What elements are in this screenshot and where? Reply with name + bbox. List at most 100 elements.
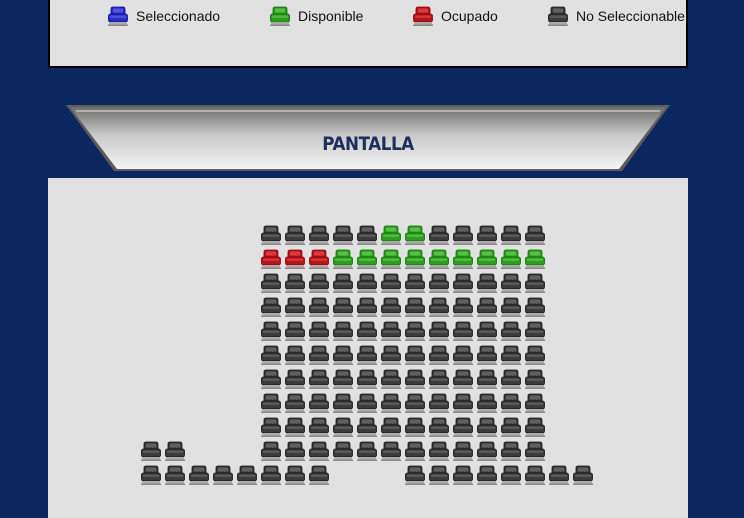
seat-unselectable xyxy=(405,297,425,317)
seat-available[interactable] xyxy=(405,225,425,245)
seat-unselectable xyxy=(381,345,401,365)
seat-unselectable xyxy=(429,369,449,389)
seat-unselectable xyxy=(261,465,281,485)
legend-occupied-label: Ocupado xyxy=(441,8,498,24)
seat-unselectable xyxy=(429,441,449,461)
seat-available-icon xyxy=(270,6,290,26)
seat-available[interactable] xyxy=(333,249,353,269)
seat-unselectable xyxy=(405,369,425,389)
seat-unselectable xyxy=(309,321,329,341)
seat-unselectable xyxy=(285,297,305,317)
seat-unselectable xyxy=(429,345,449,365)
seat-available[interactable] xyxy=(525,249,545,269)
legend-available-label: Disponible xyxy=(298,8,364,24)
seat-unselectable xyxy=(381,441,401,461)
seat-unselectable xyxy=(453,225,473,245)
seat-unselectable xyxy=(525,345,545,365)
seat-unselectable xyxy=(525,297,545,317)
seat-unselectable xyxy=(309,369,329,389)
seat-available[interactable] xyxy=(357,249,377,269)
seat-unselectable xyxy=(309,225,329,245)
seat-unselectable xyxy=(333,345,353,365)
cinema-screen: PANTALLA xyxy=(66,103,670,175)
seat-unselectable xyxy=(405,393,425,413)
seat-unselectable xyxy=(501,297,521,317)
legend-selected-label: Seleccionado xyxy=(136,8,221,24)
seat-unselectable xyxy=(501,441,521,461)
seat-unselectable xyxy=(477,225,497,245)
seat-unselectable xyxy=(501,225,521,245)
legend-selected: Seleccionado xyxy=(108,6,220,26)
legend-available: Disponible xyxy=(270,6,363,26)
seat-unselectable xyxy=(141,441,161,461)
seat-unselectable xyxy=(405,465,425,485)
seat-unselectable xyxy=(525,465,545,485)
seat-unselectable xyxy=(261,273,281,293)
seat-available[interactable] xyxy=(477,249,497,269)
seat-unselectable xyxy=(429,465,449,485)
seat-available[interactable] xyxy=(501,249,521,269)
seat-unselectable xyxy=(261,441,281,461)
seat-unselectable xyxy=(477,465,497,485)
seat-unselectable xyxy=(261,417,281,437)
seat-unselectable xyxy=(309,297,329,317)
screen-label: PANTALLA xyxy=(322,133,414,155)
seat-unselectable xyxy=(357,297,377,317)
seat-unselectable xyxy=(429,225,449,245)
seat-unselectable xyxy=(309,393,329,413)
seat-unselectable xyxy=(333,297,353,317)
seat-unselectable xyxy=(333,225,353,245)
seat-unselectable xyxy=(477,393,497,413)
seat-unselectable xyxy=(237,465,257,485)
seat-unselectable xyxy=(285,417,305,437)
seat-unselectable xyxy=(477,345,497,365)
seat-available[interactable] xyxy=(381,225,401,245)
seat-unselectable xyxy=(429,297,449,317)
seat-unselectable xyxy=(405,345,425,365)
seat-unselectable xyxy=(285,465,305,485)
seat-map xyxy=(141,225,593,485)
seat-unselectable xyxy=(525,273,545,293)
seat-unselectable xyxy=(525,369,545,389)
seat-unselectable xyxy=(381,369,401,389)
seat-unselectable xyxy=(525,393,545,413)
seat-unselectable xyxy=(477,297,497,317)
seat-unselectable xyxy=(525,441,545,461)
seat-unselectable xyxy=(213,465,233,485)
seat-unselectable xyxy=(453,321,473,341)
seat-unselectable xyxy=(453,297,473,317)
seat-unselectable xyxy=(285,369,305,389)
seat-available[interactable] xyxy=(405,249,425,269)
seat-unselectable xyxy=(309,345,329,365)
seat-unselectable xyxy=(477,417,497,437)
seat-available[interactable] xyxy=(381,249,401,269)
seat-unselectable xyxy=(261,297,281,317)
seat-unselectable xyxy=(261,321,281,341)
legend-occupied: Ocupado xyxy=(413,6,498,26)
seat-unselectable xyxy=(381,273,401,293)
seat-available[interactable] xyxy=(429,249,449,269)
seat-occupied xyxy=(261,249,281,269)
seat-available[interactable] xyxy=(453,249,473,269)
seat-unselectable xyxy=(453,273,473,293)
seat-selected-icon xyxy=(108,6,128,26)
seat-unselectable xyxy=(453,369,473,389)
seating-area xyxy=(48,178,688,518)
seat-occupied-icon xyxy=(413,6,433,26)
seat-legend: Seleccionado Disponible Ocupado No Selec… xyxy=(48,0,688,68)
seat-unselectable xyxy=(357,321,377,341)
seat-unselectable xyxy=(429,417,449,437)
seat-unselectable xyxy=(429,393,449,413)
seat-unselectable xyxy=(381,417,401,437)
seat-unselectable xyxy=(357,273,377,293)
seat-unselectable xyxy=(525,225,545,245)
seat-unselectable xyxy=(381,297,401,317)
seat-unselectable xyxy=(285,345,305,365)
seat-unselectable xyxy=(285,441,305,461)
seat-unselectable xyxy=(453,417,473,437)
seat-unselectable xyxy=(501,273,521,293)
seat-unselectable xyxy=(501,321,521,341)
seat-unselectable xyxy=(405,417,425,437)
seat-unselectable xyxy=(309,273,329,293)
seat-unselectable xyxy=(453,345,473,365)
